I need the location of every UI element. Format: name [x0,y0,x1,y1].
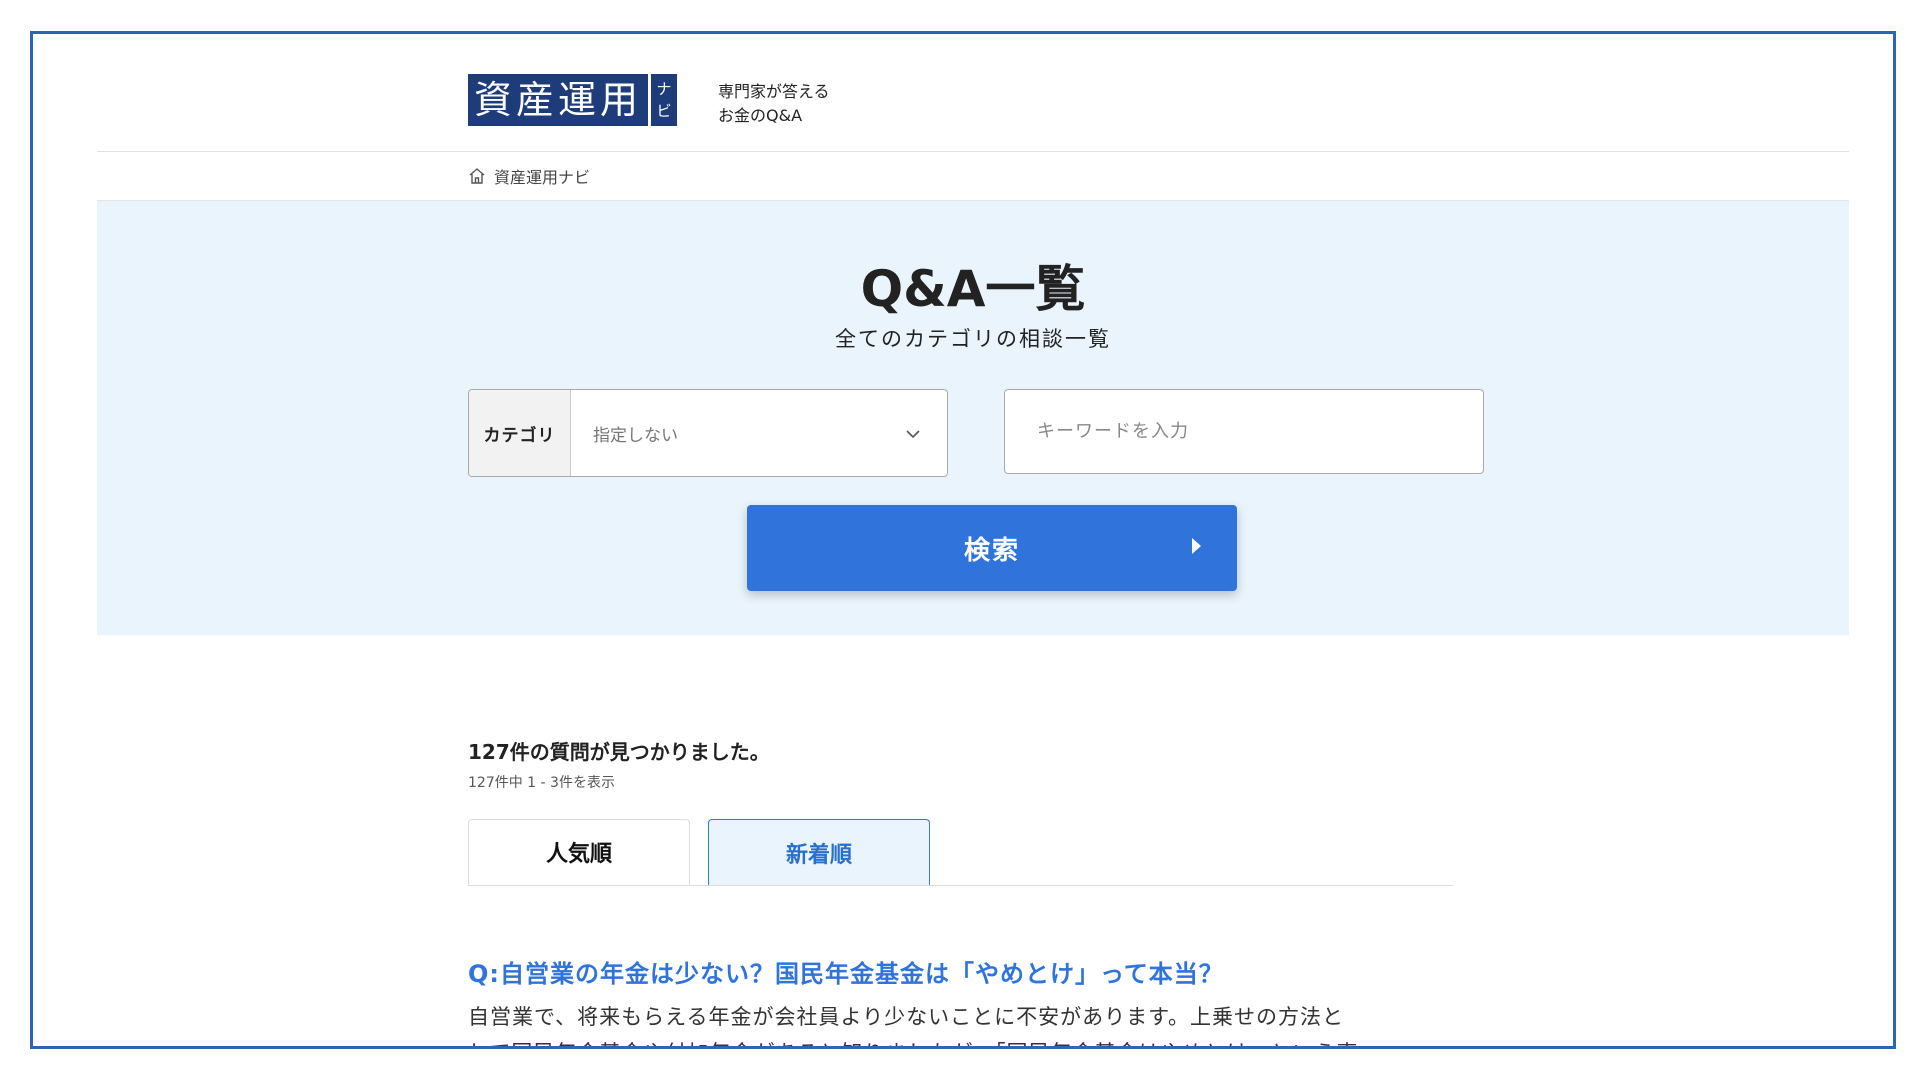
question-excerpt-line-2: して国民年金基金や付加年金があると知りましたが、「国民年金基金はやめとけ」という… [468,1035,1458,1046]
category-selected-value: 指定しない [593,425,678,446]
site-tagline: 専門家が答える お金のQ&A [718,80,830,128]
category-label: カテゴリ [469,390,571,476]
chevron-down-icon [906,430,920,439]
breadcrumb-home-link[interactable]: 資産運用ナビ [494,164,590,188]
tagline-line-1: 専門家が答える [718,82,830,101]
header-divider [97,151,1849,152]
page-title: Q&A一覧 [860,260,1086,318]
question-excerpt-line-1: 自営業で、将来もらえる年金が会社員より少ないことに不安があります。上乗せの方法と [468,1005,1345,1029]
results-count: 127件の質問が見つかりました。 [468,740,770,764]
keyword-input[interactable] [1004,389,1484,474]
tab-popular[interactable]: 人気順 [468,819,690,885]
site-header: 資産運用 ナ ビ 専門家が答える お金のQ&A [33,34,1893,152]
category-select[interactable]: カテゴリ 指定しない [468,389,948,477]
logo-main-text: 資産運用 [468,74,649,126]
sort-tabs: 人気順 新着順 [468,819,1453,886]
page-frame: 資産運用 ナ ビ 専門家が答える お金のQ&A 資産運用ナビ Q&A一覧 全ての… [30,31,1896,1049]
results-range: 127件中 1 - 3件を表示 [468,775,615,791]
category-dropdown[interactable]: 指定しない [571,390,947,476]
tab-newest[interactable]: 新着順 [708,819,930,885]
question-excerpt: 自営業で、将来もらえる年金が会社員より少ないことに不安があります。上乗せの方法と… [468,999,1458,1046]
search-button-label: 検索 [963,535,1020,566]
logo-side-text: ナ ビ [650,74,678,126]
page-subtitle: 全てのカテゴリの相談一覧 [835,327,1111,351]
logo-side-char-2: ビ [656,102,672,120]
tagline-line-2: お金のQ&A [718,106,803,125]
caret-right-icon [1192,538,1201,554]
breadcrumb: 資産運用ナビ [468,164,590,188]
search-hero: Q&A一覧 全てのカテゴリの相談一覧 カテゴリ 指定しない 検索 [97,201,1849,635]
site-logo[interactable]: 資産運用 ナ ビ [468,74,678,126]
home-icon [468,167,486,185]
search-button[interactable]: 検索 [747,505,1237,591]
logo-side-char-1: ナ [656,80,672,98]
question-title-link[interactable]: Q:自営業の年金は少ない？国民年金基金は「やめとけ」って本当？ [468,954,1224,989]
